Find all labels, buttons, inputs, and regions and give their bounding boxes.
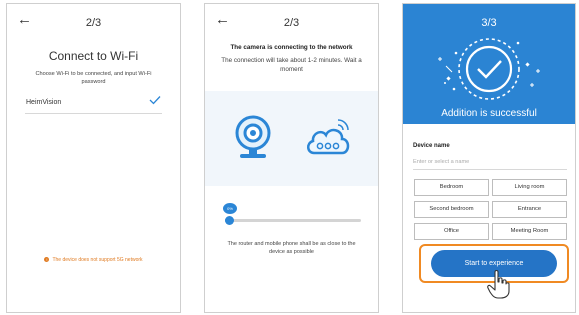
room-option-bedroom[interactable]: Bedroom [414,179,489,196]
success-banner: 3/3 Addition is successful [403,4,575,124]
warning-text: The device does not support 5G network [52,257,143,263]
room-option-office[interactable]: Office [414,223,489,240]
progress-bar [224,216,361,225]
proximity-hint: The router and mobile phone shall be as … [227,241,356,255]
success-title: Addition is successful [441,108,537,119]
progress-percent-bubble: 0% [223,203,237,214]
warning-icon: ! [44,257,50,263]
page-title: Connect to Wi-Fi [48,49,139,63]
warning-message: ! The device does not support 5G network [7,257,180,263]
tap-hand-icon [487,269,510,299]
wifi-network-row[interactable]: HeimVision [25,96,162,114]
room-option-meeting-room[interactable]: Meeting Room [492,223,567,240]
instructions-text: Choose Wi-Fi to be connected, and input … [35,71,152,86]
connecting-screen: ← 2/3 The camera is connecting to the ne… [204,3,379,313]
room-option-second-bedroom[interactable]: Second bedroom [414,201,489,218]
step-indicator: 2/3 [85,17,102,29]
room-option-living-room[interactable]: Living room [492,179,567,196]
success-check-icon [438,38,540,100]
step-indicator: 3/3 [481,17,497,29]
wifi-setup-screen: ← 2/3 Connect to Wi-Fi Choose Wi-Fi to b… [6,3,181,313]
progress-knob [224,216,234,225]
page-title: The camera is connecting to the network [230,44,353,51]
step-indicator: 2/3 [283,17,300,29]
camera-icon [235,115,271,158]
success-screen: 3/3 Addition is successful Device name B… [402,3,576,313]
connection-illustration [205,91,378,186]
checkmark-icon [149,96,161,105]
device-name-input[interactable] [413,154,567,170]
device-name-label: Device name [413,143,450,149]
instructions-text: The connection will take about 1-2 minut… [221,57,362,73]
room-option-entrance[interactable]: Entrance [492,201,567,218]
wifi-network-name: HeimVision [26,99,62,106]
cloud-wifi-icon [307,119,350,155]
